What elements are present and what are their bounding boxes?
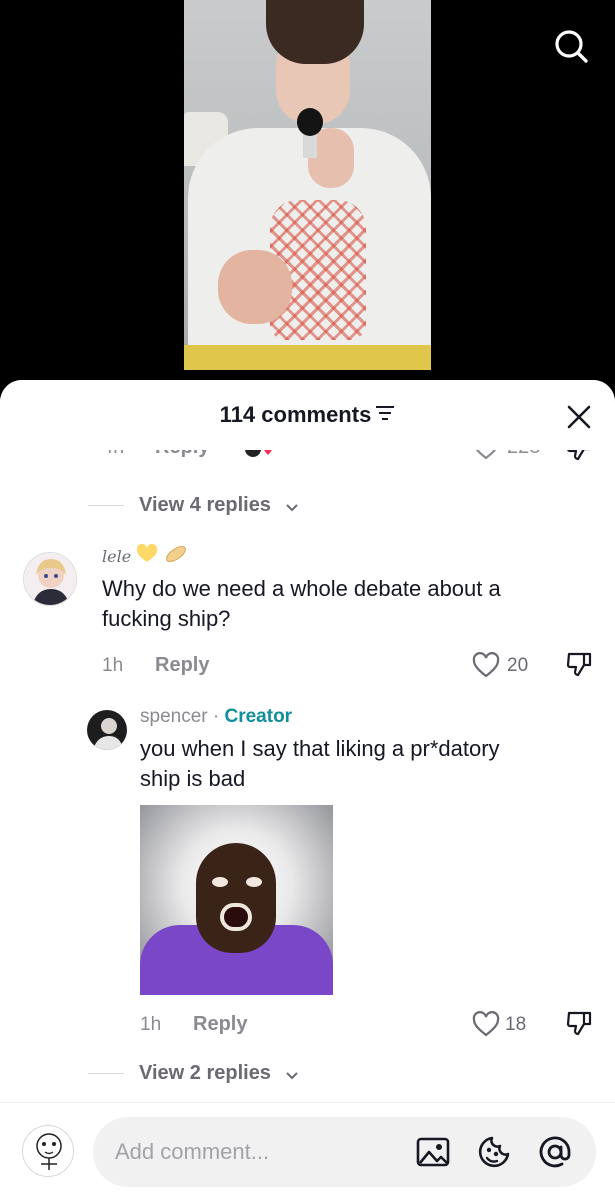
view-replies-button[interactable]: View 2 replies bbox=[139, 1062, 271, 1085]
reply-username-row[interactable]: spencer · Creator bbox=[140, 706, 292, 728]
comments-list[interactable]: 4h Reply 228 View 4 replies bbox=[0, 436, 615, 1102]
like-button[interactable] bbox=[472, 652, 500, 683]
video-microphone bbox=[297, 108, 323, 136]
bread-emoji-icon bbox=[164, 544, 188, 570]
like-button[interactable] bbox=[472, 1011, 500, 1042]
avatar[interactable] bbox=[22, 1125, 74, 1177]
image-face bbox=[196, 843, 276, 953]
comment-input-container[interactable] bbox=[93, 1117, 596, 1187]
dislike-button[interactable] bbox=[565, 1009, 593, 1042]
heart-icon bbox=[472, 652, 500, 678]
video-table bbox=[184, 345, 431, 370]
like-count: 20 bbox=[507, 655, 529, 676]
reply-button[interactable]: Reply bbox=[193, 1013, 247, 1036]
close-icon bbox=[567, 405, 591, 429]
comments-count-label: 114 comments bbox=[219, 402, 372, 427]
reply-button[interactable]: Reply bbox=[155, 654, 209, 677]
comment-time: 1h bbox=[102, 655, 124, 676]
reply-item[interactable]: spencer · Creator you when I say that li… bbox=[0, 702, 615, 1037]
image-button[interactable] bbox=[415, 1134, 451, 1170]
username-text: spencer bbox=[140, 706, 208, 727]
dislike-icon bbox=[566, 1011, 592, 1036]
reply-text-line-1: you when I say that liking a pr*datory bbox=[140, 736, 500, 761]
video-player[interactable] bbox=[0, 0, 615, 400]
like-count: 18 bbox=[505, 1014, 527, 1035]
video-frame[interactable] bbox=[184, 0, 431, 370]
username-text: lele bbox=[102, 547, 132, 567]
comments-header: 114 comments bbox=[0, 380, 615, 450]
image-eye-right bbox=[246, 877, 262, 887]
chevron-down-icon bbox=[285, 500, 299, 518]
mention-button[interactable] bbox=[537, 1134, 573, 1170]
comment-composer bbox=[0, 1102, 615, 1200]
comment-text-line-2: fucking ship? bbox=[102, 606, 231, 631]
creator-badge: Creator bbox=[224, 706, 293, 727]
heart-icon bbox=[472, 1011, 500, 1037]
username-separator: · bbox=[212, 706, 220, 727]
image-eye-left bbox=[212, 877, 228, 887]
reply-text-line-2: ship is bad bbox=[140, 766, 246, 791]
close-button[interactable] bbox=[566, 404, 592, 430]
comment-username[interactable]: lele bbox=[102, 543, 188, 570]
emoji-icon bbox=[478, 1136, 510, 1168]
video-person-hand-blur bbox=[218, 250, 292, 324]
comment-text-line-1: Why do we need a whole debate about a bbox=[102, 576, 501, 601]
divider bbox=[88, 1073, 124, 1074]
video-person-hair bbox=[266, 0, 364, 64]
chevron-down-icon bbox=[285, 1068, 299, 1086]
image-mouth bbox=[220, 903, 252, 931]
view-replies-row[interactable]: View 2 replies bbox=[0, 1059, 615, 1089]
filter-icon[interactable] bbox=[375, 401, 395, 427]
at-icon bbox=[539, 1136, 571, 1168]
avatar[interactable] bbox=[87, 710, 127, 750]
search-icon bbox=[555, 30, 588, 63]
emoji-button[interactable] bbox=[476, 1134, 512, 1170]
avatar[interactable] bbox=[23, 552, 77, 606]
comments-sheet: 114 comments 4h Reply 228 bbox=[0, 380, 615, 1200]
reply-time: 1h bbox=[140, 1014, 162, 1035]
search-button[interactable] bbox=[552, 28, 590, 66]
dislike-button[interactable] bbox=[565, 650, 593, 683]
comment-input[interactable] bbox=[115, 1133, 405, 1171]
heart-emoji-icon bbox=[136, 543, 158, 570]
view-replies-button[interactable]: View 4 replies bbox=[139, 494, 271, 517]
view-replies-row[interactable]: View 4 replies bbox=[0, 491, 615, 521]
image-icon bbox=[416, 1137, 450, 1167]
dislike-icon bbox=[566, 652, 592, 677]
reply-image[interactable] bbox=[140, 805, 333, 995]
divider bbox=[88, 505, 124, 506]
comment-item[interactable]: lele Why do we need a whole debate about… bbox=[0, 542, 615, 678]
comments-title[interactable]: 114 comments bbox=[0, 402, 615, 429]
